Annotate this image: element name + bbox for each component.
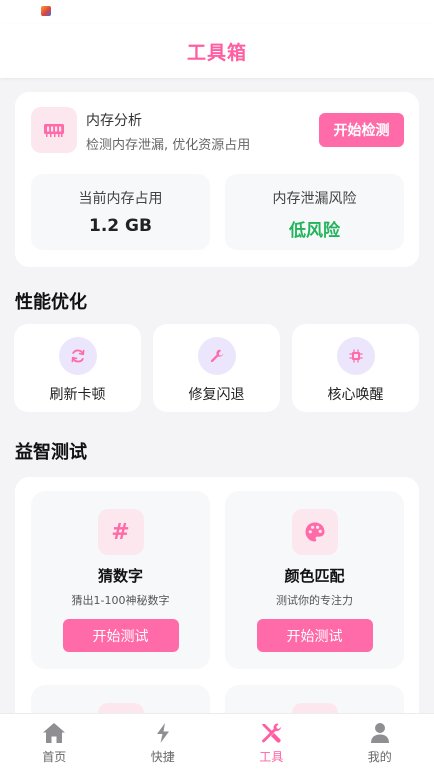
refresh-icon (58, 337, 97, 375)
app-notification-icon (41, 6, 51, 16)
perf-item-refresh[interactable]: 刷新卡顿 (14, 324, 141, 412)
start-test-button[interactable]: 开始测试 (256, 619, 373, 652)
stat-value: 低风险 (289, 221, 340, 241)
tab-shortcuts[interactable]: 快捷 (109, 714, 218, 772)
tab-profile[interactable]: 我的 (326, 714, 434, 772)
perf-item-label: 刷新卡顿 (49, 387, 106, 403)
stat-value: 1.2 GB (89, 216, 152, 236)
game-card-guess-number: # 猜数字 猜出1-100神秘数字 开始测试 (31, 491, 210, 669)
user-icon (370, 723, 389, 743)
page-title: 工具箱 (186, 41, 247, 64)
palette-icon (291, 509, 338, 555)
memory-analysis-card: 内存分析 检测内存泄漏, 优化资源占用 开始检测 当前内存占用 1.2 GB 内… (15, 92, 419, 267)
tab-tools[interactable]: 工具 (217, 714, 326, 772)
puzzle-section-title: 益智测试 (15, 442, 87, 463)
chip-icon (336, 337, 375, 375)
tab-label: 工具 (259, 750, 284, 764)
perf-item-label: 修复闪退 (188, 387, 245, 403)
tab-label: 快捷 (150, 750, 175, 764)
bottom-tab-bar: 首页 快捷 工具 我的 (0, 713, 434, 772)
game-description: 测试你的专注力 (276, 594, 353, 607)
game-card-color-match: 颜色匹配 测试你的专注力 开始测试 (225, 491, 404, 669)
game-title: 颜色匹配 (284, 567, 345, 585)
performance-section-title: 性能优化 (15, 292, 87, 313)
game-title: 猜数字 (97, 567, 143, 585)
perf-item-label: 核心唤醒 (327, 387, 384, 403)
start-test-button[interactable]: 开始测试 (62, 619, 179, 652)
tools-icon (262, 723, 282, 743)
perf-item-core-wake[interactable]: 核心唤醒 (292, 324, 419, 412)
bolt-icon (156, 723, 169, 743)
memory-usage-stat: 当前内存占用 1.2 GB (31, 174, 210, 250)
game-description: 猜出1-100神秘数字 (71, 594, 170, 607)
wrench-icon (197, 337, 236, 375)
start-detection-button[interactable]: 开始检测 (319, 113, 404, 147)
leak-risk-stat: 内存泄漏风险 低风险 (225, 174, 404, 250)
home-icon (43, 723, 66, 743)
status-bar (0, 0, 434, 24)
perf-item-fix-crash[interactable]: 修复闪退 (153, 324, 280, 412)
memory-subtitle: 检测内存泄漏, 优化资源占用 (86, 138, 251, 153)
memory-icon (31, 107, 77, 153)
memory-title: 内存分析 (86, 113, 142, 129)
tab-label: 首页 (42, 750, 67, 764)
tab-home[interactable]: 首页 (0, 714, 109, 772)
hash-icon: # (97, 509, 144, 555)
page-header: 工具箱 (0, 24, 434, 78)
stat-label: 内存泄漏风险 (272, 191, 357, 207)
tab-label: 我的 (367, 750, 392, 764)
stat-label: 当前内存占用 (78, 191, 163, 207)
